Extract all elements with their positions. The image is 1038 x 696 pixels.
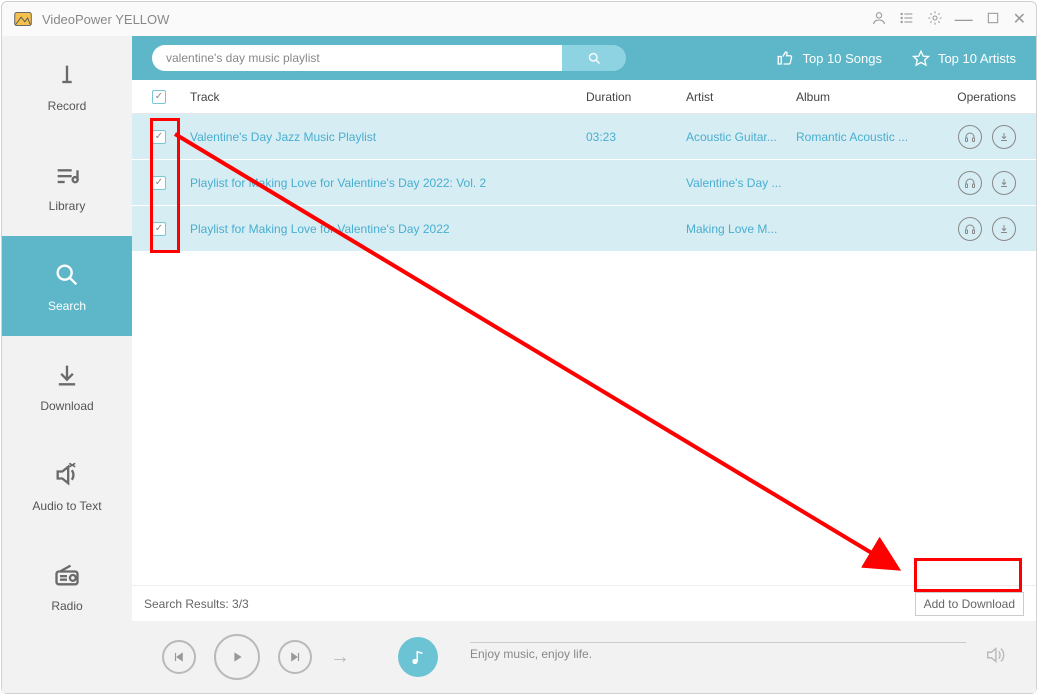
row-checkbox[interactable] <box>152 222 166 236</box>
cell-artist[interactable]: Valentine's Day ... <box>686 176 796 190</box>
sidebar-item-download[interactable]: Download <box>2 336 132 436</box>
status-bar: Search Results: 3/3 Add to Download <box>132 585 1036 621</box>
sidebar-item-library[interactable]: Library <box>2 136 132 236</box>
search-icon <box>587 51 602 66</box>
table-row[interactable]: Playlist for Making Love for Valentine's… <box>132 206 1036 252</box>
headphones-icon <box>964 177 976 189</box>
table-row[interactable]: Valentine's Day Jazz Music Playlist 03:2… <box>132 114 1036 160</box>
prev-track-button[interactable] <box>162 640 196 674</box>
cell-artist[interactable]: Acoustic Guitar... <box>686 130 796 144</box>
search-button[interactable] <box>562 45 626 71</box>
download-small-icon <box>998 177 1010 189</box>
star-icon <box>912 49 930 67</box>
sidebar-item-label: Search <box>48 299 86 313</box>
cell-artist[interactable]: Making Love M... <box>686 222 796 236</box>
search-ribbon: Top 10 Songs Top 10 Artists <box>132 36 1036 80</box>
playback-bar: → Enjoy music, enjoy life. <box>132 621 1036 693</box>
col-artist[interactable]: Artist <box>686 90 796 104</box>
minimize-button[interactable]: — <box>955 9 973 30</box>
top-songs-link[interactable]: Top 10 Songs <box>776 49 882 67</box>
download-small-icon <box>998 223 1010 235</box>
sidebar-item-label: Audio to Text <box>32 499 101 513</box>
sidebar-item-label: Download <box>40 399 93 413</box>
headphones-icon <box>964 223 976 235</box>
library-icon <box>51 159 83 191</box>
cell-duration: 03:23 <box>586 130 686 144</box>
play-button[interactable] <box>214 634 260 680</box>
preview-button[interactable] <box>958 217 982 241</box>
table-header: Track Duration Artist Album Operations <box>132 80 1036 114</box>
microphone-icon <box>51 59 83 91</box>
row-checkbox[interactable] <box>152 176 166 190</box>
table-row[interactable]: Playlist for Making Love for Valentine's… <box>132 160 1036 206</box>
search-results-count: Search Results: 3/3 <box>144 597 249 611</box>
gear-icon[interactable] <box>927 10 943 29</box>
close-button[interactable]: ✕ <box>1013 9 1026 29</box>
search-icon <box>51 259 83 291</box>
user-icon[interactable] <box>871 10 887 29</box>
sidebar: Record Library Search Download Audio to … <box>2 36 132 693</box>
volume-button[interactable] <box>984 644 1006 671</box>
sidebar-item-label: Radio <box>51 599 82 613</box>
preview-button[interactable] <box>958 125 982 149</box>
download-row-button[interactable] <box>992 171 1016 195</box>
speaker-icon <box>51 459 83 491</box>
download-small-icon <box>998 131 1010 143</box>
next-track-button[interactable] <box>278 640 312 674</box>
cell-album[interactable]: Romantic Acoustic ... <box>796 130 926 144</box>
list-icon[interactable] <box>899 10 915 29</box>
cell-track[interactable]: Playlist for Making Love for Valentine's… <box>190 176 586 190</box>
col-ops: Operations <box>926 90 1016 104</box>
download-row-button[interactable] <box>992 217 1016 241</box>
volume-icon <box>984 644 1006 666</box>
download-row-button[interactable] <box>992 125 1016 149</box>
sidebar-item-search[interactable]: Search <box>2 236 132 336</box>
radio-icon <box>51 559 83 591</box>
preview-button[interactable] <box>958 171 982 195</box>
row-checkbox[interactable] <box>152 130 166 144</box>
app-title: VideoPower YELLOW <box>42 12 871 27</box>
sidebar-item-radio[interactable]: Radio <box>2 536 132 636</box>
music-note-button[interactable] <box>398 637 438 677</box>
col-track[interactable]: Track <box>190 90 586 104</box>
music-note-icon <box>409 648 427 666</box>
results-table: Valentine's Day Jazz Music Playlist 03:2… <box>132 114 1036 252</box>
sidebar-item-record[interactable]: Record <box>2 36 132 136</box>
headphones-icon <box>964 131 976 143</box>
sidebar-item-audio-to-text[interactable]: Audio to Text <box>2 436 132 536</box>
download-icon <box>51 359 83 391</box>
app-logo <box>12 8 34 30</box>
add-to-download-button[interactable]: Add to Download <box>915 592 1024 616</box>
select-all-checkbox[interactable] <box>152 90 166 104</box>
cell-track[interactable]: Playlist for Making Love for Valentine's… <box>190 222 586 236</box>
now-playing-text: Enjoy music, enjoy life. <box>470 642 966 661</box>
top-artists-label: Top 10 Artists <box>938 51 1016 66</box>
top-songs-label: Top 10 Songs <box>802 51 882 66</box>
thumbs-up-icon <box>776 49 794 67</box>
cell-track[interactable]: Valentine's Day Jazz Music Playlist <box>190 130 586 144</box>
sidebar-item-label: Library <box>49 199 86 213</box>
col-duration[interactable]: Duration <box>586 90 686 104</box>
repeat-mode-button[interactable]: → <box>330 646 350 669</box>
search-input[interactable] <box>152 45 562 71</box>
maximize-button[interactable] <box>985 10 1001 29</box>
col-album[interactable]: Album <box>796 90 926 104</box>
sidebar-item-label: Record <box>48 99 87 113</box>
top-artists-link[interactable]: Top 10 Artists <box>912 49 1016 67</box>
